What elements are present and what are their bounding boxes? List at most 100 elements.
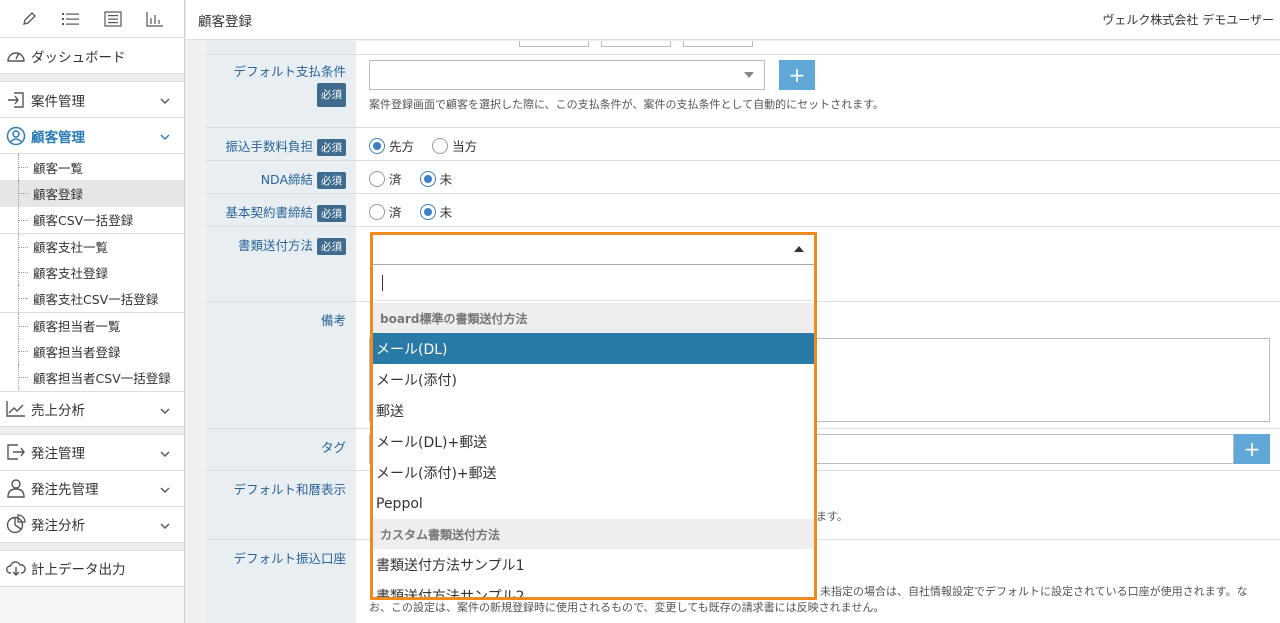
user-name[interactable]: ヴェルク株式会社 デモユーザー [1102, 11, 1274, 28]
sidebar-item-customer-register[interactable]: 顧客登録 [0, 180, 184, 207]
nav-suppliers[interactable]: 発注先管理 [0, 470, 184, 507]
basic-contract-option-0[interactable]: 済 [369, 202, 402, 221]
doc-send-dropdown[interactable]: board標準の書類送付方法 メール(DL) メール(添付) 郵送 メール(DL… [370, 232, 817, 600]
list-icon[interactable] [60, 8, 82, 30]
customer-submenu: 顧客一覧 顧客登録 顧客CSV一括登録 顧客支社一覧 顧客支社登録 顧客支社CS… [0, 154, 184, 391]
cloud-download-icon [5, 557, 27, 579]
nav-orders[interactable]: 発注管理 [0, 434, 184, 471]
basic-contract-option-1[interactable]: 未 [419, 202, 453, 221]
dropdown-option[interactable]: メール(DL)+郵送 [373, 426, 814, 457]
bank-help-line2: お、この設定は、案件の新規登録時に使用されるもので、変更しても既存の請求書には反… [369, 601, 885, 614]
sidebar-item-customer-csv[interactable]: 顧客CSV一括登録 [0, 206, 184, 233]
radio-label: 未 [439, 172, 453, 187]
radio-checked[interactable] [369, 137, 385, 154]
user-circle-icon [5, 125, 27, 147]
nav-projects-label: 案件管理 [31, 93, 85, 110]
nav-customers-label: 顧客管理 [31, 129, 85, 146]
chevron-down-icon [160, 446, 170, 462]
required-badge: 必須 [317, 238, 346, 255]
radio-label: 済 [389, 205, 402, 220]
sidebar-item-branch-csv[interactable]: 顧客支社CSV一括登録 [0, 285, 184, 312]
list-box-icon[interactable] [102, 8, 124, 30]
sidebar-toolbar [0, 0, 184, 38]
chevron-down-icon [160, 129, 170, 145]
radio-label: 当方 [452, 139, 478, 154]
sidebar-item-contact-list[interactable]: 顧客担当者一覧 [0, 311, 184, 340]
add-payment-terms-button[interactable]: + [779, 60, 815, 90]
bank-label: デフォルト振込口座 [233, 551, 346, 566]
required-badge: 必須 [317, 172, 346, 189]
sidebar-item-branch-list[interactable]: 顧客支社一覧 [0, 232, 184, 261]
radio-unchecked[interactable] [369, 170, 385, 187]
radio-unchecked[interactable] [369, 203, 385, 220]
nav-export[interactable]: 計上データ出力 [0, 550, 184, 587]
nav-customers[interactable]: 顧客管理 [0, 118, 184, 154]
radio-unchecked[interactable] [432, 137, 449, 154]
basic-contract-label: 基本契約書締結 [225, 205, 313, 220]
radio-label: 済 [389, 172, 402, 187]
add-tag-button[interactable]: + [1234, 434, 1270, 464]
nav-order-analysis-label: 発注分析 [31, 518, 85, 535]
required-badge: 必須 [317, 83, 346, 107]
sidebar-item-branch-register[interactable]: 顧客支社登録 [0, 259, 184, 286]
nav-export-label: 計上データ出力 [31, 562, 126, 579]
tags-label: タグ [320, 440, 346, 455]
input-partial[interactable] [519, 41, 589, 47]
notes-label: 備考 [320, 313, 346, 328]
pencil-icon[interactable] [18, 8, 40, 30]
nda-option-0[interactable]: 済 [369, 169, 402, 188]
radio-label: 先方 [389, 139, 415, 154]
bar-chart-icon[interactable] [144, 8, 166, 30]
doc-send-label: 書類送付方法 [237, 238, 313, 253]
divider [0, 542, 184, 551]
nav-order-analysis[interactable]: 発注分析 [0, 506, 184, 543]
required-badge: 必須 [317, 205, 346, 222]
nav-orders-label: 発注管理 [31, 446, 85, 463]
dropdown-group-label: board標準の書類送付方法 [373, 303, 814, 333]
dropdown-option[interactable]: 郵送 [373, 395, 814, 426]
form-row-payment-terms: デフォルト支払条件 必須 + 案件登録画面で顧客を選択した際に、この支払条件が、… [206, 55, 1280, 128]
radio-checked[interactable] [419, 170, 436, 187]
divider [0, 426, 184, 435]
radio-checked[interactable] [419, 203, 436, 220]
nav-sales[interactable]: 売上分析 [0, 390, 184, 427]
caret-down-icon [744, 72, 754, 78]
pie-chart-icon [5, 513, 27, 535]
dropdown-option[interactable]: メール(添付) [373, 364, 814, 395]
dropdown-option[interactable]: Peppol [373, 488, 814, 519]
sidebar-item-contact-register[interactable]: 顧客担当者登録 [0, 338, 184, 365]
form-row-transfer-fee: 振込手数料負担 必須 先方 当方 [206, 128, 1280, 161]
transfer-fee-option-0[interactable]: 先方 [369, 136, 414, 155]
sidebar-item-customer-list[interactable]: 顧客一覧 [0, 154, 184, 181]
chevron-down-icon [160, 93, 170, 109]
dropdown-search-input[interactable] [375, 267, 812, 301]
nav-projects[interactable]: 案件管理 [0, 82, 184, 118]
dropdown-option[interactable]: 書類送付方法サンプル1 [373, 549, 814, 580]
chevron-down-icon [160, 518, 170, 534]
text-cursor [382, 275, 383, 291]
payment-terms-select[interactable] [369, 60, 765, 90]
transfer-fee-option-1[interactable]: 当方 [432, 136, 477, 155]
chevron-down-icon [160, 403, 170, 419]
input-partial[interactable] [601, 41, 671, 47]
speedometer-icon [5, 45, 27, 67]
page-title: 顧客登録 [198, 13, 252, 30]
required-badge: 必須 [317, 139, 346, 156]
nav-dashboard-label: ダッシュボード [31, 49, 126, 66]
input-partial[interactable] [683, 41, 753, 47]
sidebar-item-contact-csv[interactable]: 顧客担当者CSV一括登録 [0, 364, 184, 391]
line-chart-icon [5, 398, 27, 420]
bank-help-line1: 未指定の場合は、自社情報設定でデフォルトに設定されている口座が使用されます。な [820, 585, 1248, 598]
payment-terms-label: デフォルト支払条件 [233, 64, 346, 79]
form-row-nda: NDA締結 必須 済 未 [206, 161, 1280, 194]
nav-dashboard[interactable]: ダッシュボード [0, 38, 184, 74]
divider [0, 74, 184, 82]
dropdown-option[interactable]: メール(DL) [373, 333, 814, 364]
doc-send-select[interactable] [373, 235, 814, 265]
nda-option-1[interactable]: 未 [419, 169, 453, 188]
wareki-help: ます。 [816, 510, 848, 523]
form-row-partial [206, 41, 1280, 55]
dropdown-option[interactable]: 書類送付方法サンプル2 [373, 580, 814, 598]
radio-label: 未 [439, 205, 453, 220]
dropdown-option[interactable]: メール(添付)+郵送 [373, 457, 814, 488]
